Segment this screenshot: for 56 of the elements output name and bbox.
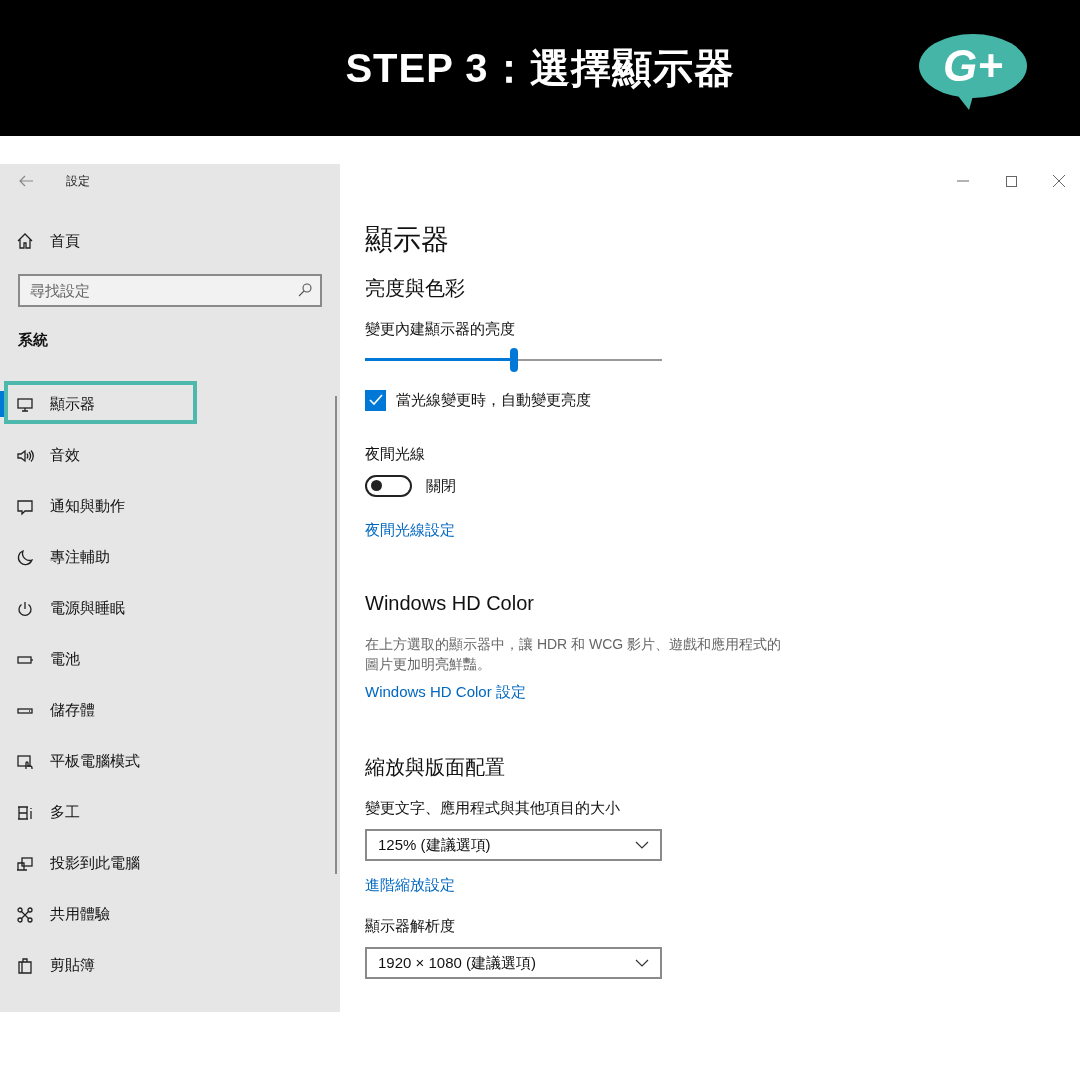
night-light-settings-link[interactable]: 夜間光線設定 [365,519,455,541]
tablet-touch-icon [16,752,34,771]
slider-label: 變更內建顯示器的亮度 [365,319,516,339]
close-icon [1053,175,1065,187]
setting-label: 夜間光線 [365,443,426,464]
power-icon [16,599,34,618]
resolution-dropdown[interactable]: 1920 × 1080 (建議選項) [365,947,662,979]
moon-icon [16,548,34,567]
section-heading: 系統 [18,330,49,350]
setting-label: 變更文字、應用程式與其他項目的大小 [365,798,621,818]
home-icon [16,232,34,250]
share-nodes-icon [16,905,34,924]
search-icon [298,283,312,297]
nav-item[interactable]: 平板電腦模式 [0,736,340,787]
hd-color-settings-link[interactable]: Windows HD Color 設定 [365,681,526,703]
back-arrow-icon [18,173,34,189]
section-heading: Windows HD Color [365,591,535,616]
nav-item[interactable]: 共用體驗 [0,889,340,940]
monitor-icon [16,395,34,414]
chevron-down-icon [635,958,649,968]
description: 在上方選取的顯示器中，讓 HDR 和 WCG 影片、遊戲和應用程式的圖片更加明亮鮮豔。 [365,635,783,674]
advanced-scaling-link[interactable]: 進階縮放設定 [365,874,455,896]
nav-item[interactable]: 音效 [0,430,340,481]
nav-item[interactable]: 多工 [0,787,340,838]
nav-item[interactable]: 專注輔助 [0,532,340,583]
checkbox[interactable] [365,389,386,411]
banner-title: STEP 3：選擇顯示器 [345,45,735,92]
chevron-down-icon [635,840,649,850]
speech-bubble-icon [16,497,34,516]
brightness-slider[interactable] [365,348,662,372]
nav-item[interactable]: 電池 [0,634,340,685]
section-heading: 縮放與版面配置 [365,755,506,780]
close-button[interactable] [1050,172,1068,190]
search-field[interactable]: 尋找設定 [18,274,322,307]
logo: G+ [917,32,1029,110]
toggle-switch[interactable] [365,474,412,497]
nav-item[interactable]: 剪貼簿 [0,940,340,991]
page-title: 顯示器 [365,223,450,257]
maximize-icon [1005,175,1017,187]
checkbox-label: 當光線變更時，自動變更亮度 [396,390,591,410]
home-item[interactable]: 首頁 [0,226,340,256]
scale-dropdown[interactable]: 125% (建議選項) [365,829,662,861]
nav-item[interactable]: 投影到此電腦 [0,838,340,889]
toggle-state: 關閉 [426,475,456,496]
clipboard-icon [16,956,34,975]
storage-drive-icon [17,707,33,714]
selection-indicator [0,391,4,417]
window-title: 設定 [66,173,90,190]
section-heading: 亮度與色彩 [365,276,466,301]
projector-screen-icon [16,854,34,873]
multitasking-icon [16,803,34,822]
setting-label: 顯示器解析度 [365,916,456,936]
slider-thumb[interactable] [509,348,518,372]
nav-item[interactable]: 電源與睡眠 [0,583,340,634]
nav-item[interactable]: 通知與動作 [0,481,340,532]
nav-item[interactable]: 儲存體 [0,685,340,736]
